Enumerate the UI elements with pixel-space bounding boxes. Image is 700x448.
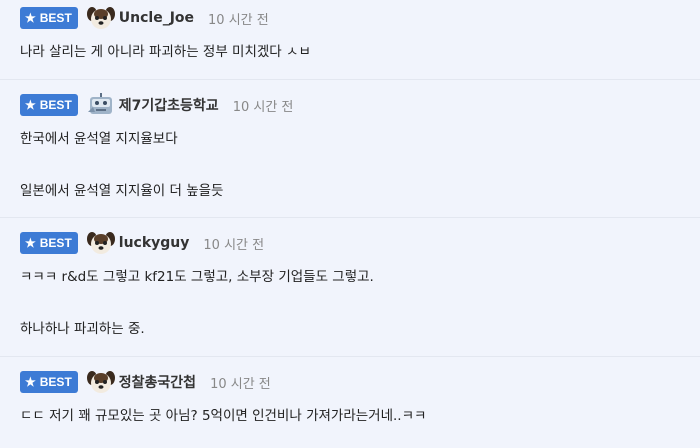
best-badge-label: BEST [39,98,72,112]
comment-item: ★ BEST 정찰총국간첩 10 시간 전 ㄷㄷ 저기 꽤 규모있는 곳 아님?… [0,357,700,448]
star-icon: ★ [25,236,36,250]
comment-meta: ★ BEST luckyguy 10 시간 전 [20,218,700,268]
best-badge: ★ BEST [20,94,78,116]
comment-text: ㅋㅋㅋ r&d도 그렇고 kf21도 그렇고, 소부장 기업들도 그렇고. [20,269,374,285]
comment-list: ★ BEST Uncle_Joe 10 시간 전 나라 살리는 게 아니라 파괴… [0,0,700,448]
username[interactable]: Uncle_Joe [119,10,194,26]
timestamp: 10 시간 전 [208,12,269,28]
comment-item: ★ BEST Uncle_Joe 10 시간 전 나라 살리는 게 아니라 파괴… [0,0,700,80]
best-badge: ★ BEST [20,371,78,393]
comment-text: 나라 살리는 게 아니라 파괴하는 정부 미치겠다 ㅅㅂ [20,44,311,60]
best-badge: ★ BEST [20,7,78,29]
comment-item: ★ BEST 제7기갑초등학교 10 시간 전 한국에서 윤석열 지지율보다 일… [0,80,700,218]
robot-avatar-icon[interactable] [86,92,116,118]
comment-body: ㅋㅋㅋ r&d도 그렇고 kf21도 그렇고, 소부장 기업들도 그렇고. 하나… [20,268,700,338]
comment-text: ㄷㄷ 저기 꽤 규모있는 곳 아님? 5억이면 인건비나 가져가라는거네..ㅋㅋ [20,408,427,424]
comment-text: 한국에서 윤석열 지지율보다 [20,131,178,147]
comment-text: 일본에서 윤석열 지지율이 더 높을듯 [20,183,224,199]
comment-meta: ★ BEST Uncle_Joe 10 시간 전 [20,0,700,43]
timestamp: 10 시간 전 [210,376,271,392]
timestamp: 10 시간 전 [232,99,294,115]
username[interactable]: luckyguy [119,235,190,251]
best-badge-label: BEST [39,375,72,389]
star-icon: ★ [25,375,36,389]
comment-item: ★ BEST luckyguy 10 시간 전 ㅋㅋㅋ r&d도 그렇고 kf2… [0,218,700,357]
dog-avatar-icon[interactable] [86,5,116,31]
username[interactable]: 제7기갑초등학교 [119,95,219,115]
username[interactable]: 정찰총국간첩 [119,372,196,392]
comment-body: 나라 살리는 게 아니라 파괴하는 정부 미치겠다 ㅅㅂ [20,43,700,61]
comment-body: 한국에서 윤석열 지지율보다 일본에서 윤석열 지지율이 더 높을듯 [20,130,700,200]
star-icon: ★ [25,98,36,112]
comment-text-blank [20,286,700,320]
timestamp: 10 시간 전 [203,237,265,253]
dog-avatar-icon[interactable] [86,369,116,395]
comment-meta: ★ BEST 제7기갑초등학교 10 시간 전 [20,80,700,130]
comment-text-blank [20,148,700,182]
dog-avatar-icon[interactable] [86,230,116,256]
comment-body: ㄷㄷ 저기 꽤 규모있는 곳 아님? 5억이면 인건비나 가져가라는거네..ㅋㅋ [20,407,700,425]
best-badge-label: BEST [39,11,72,25]
star-icon: ★ [25,11,36,25]
comment-text: 하나하나 파괴하는 중. [20,321,145,337]
comment-meta: ★ BEST 정찰총국간첩 10 시간 전 [20,357,700,407]
best-badge-label: BEST [39,236,72,250]
best-badge: ★ BEST [20,232,78,254]
